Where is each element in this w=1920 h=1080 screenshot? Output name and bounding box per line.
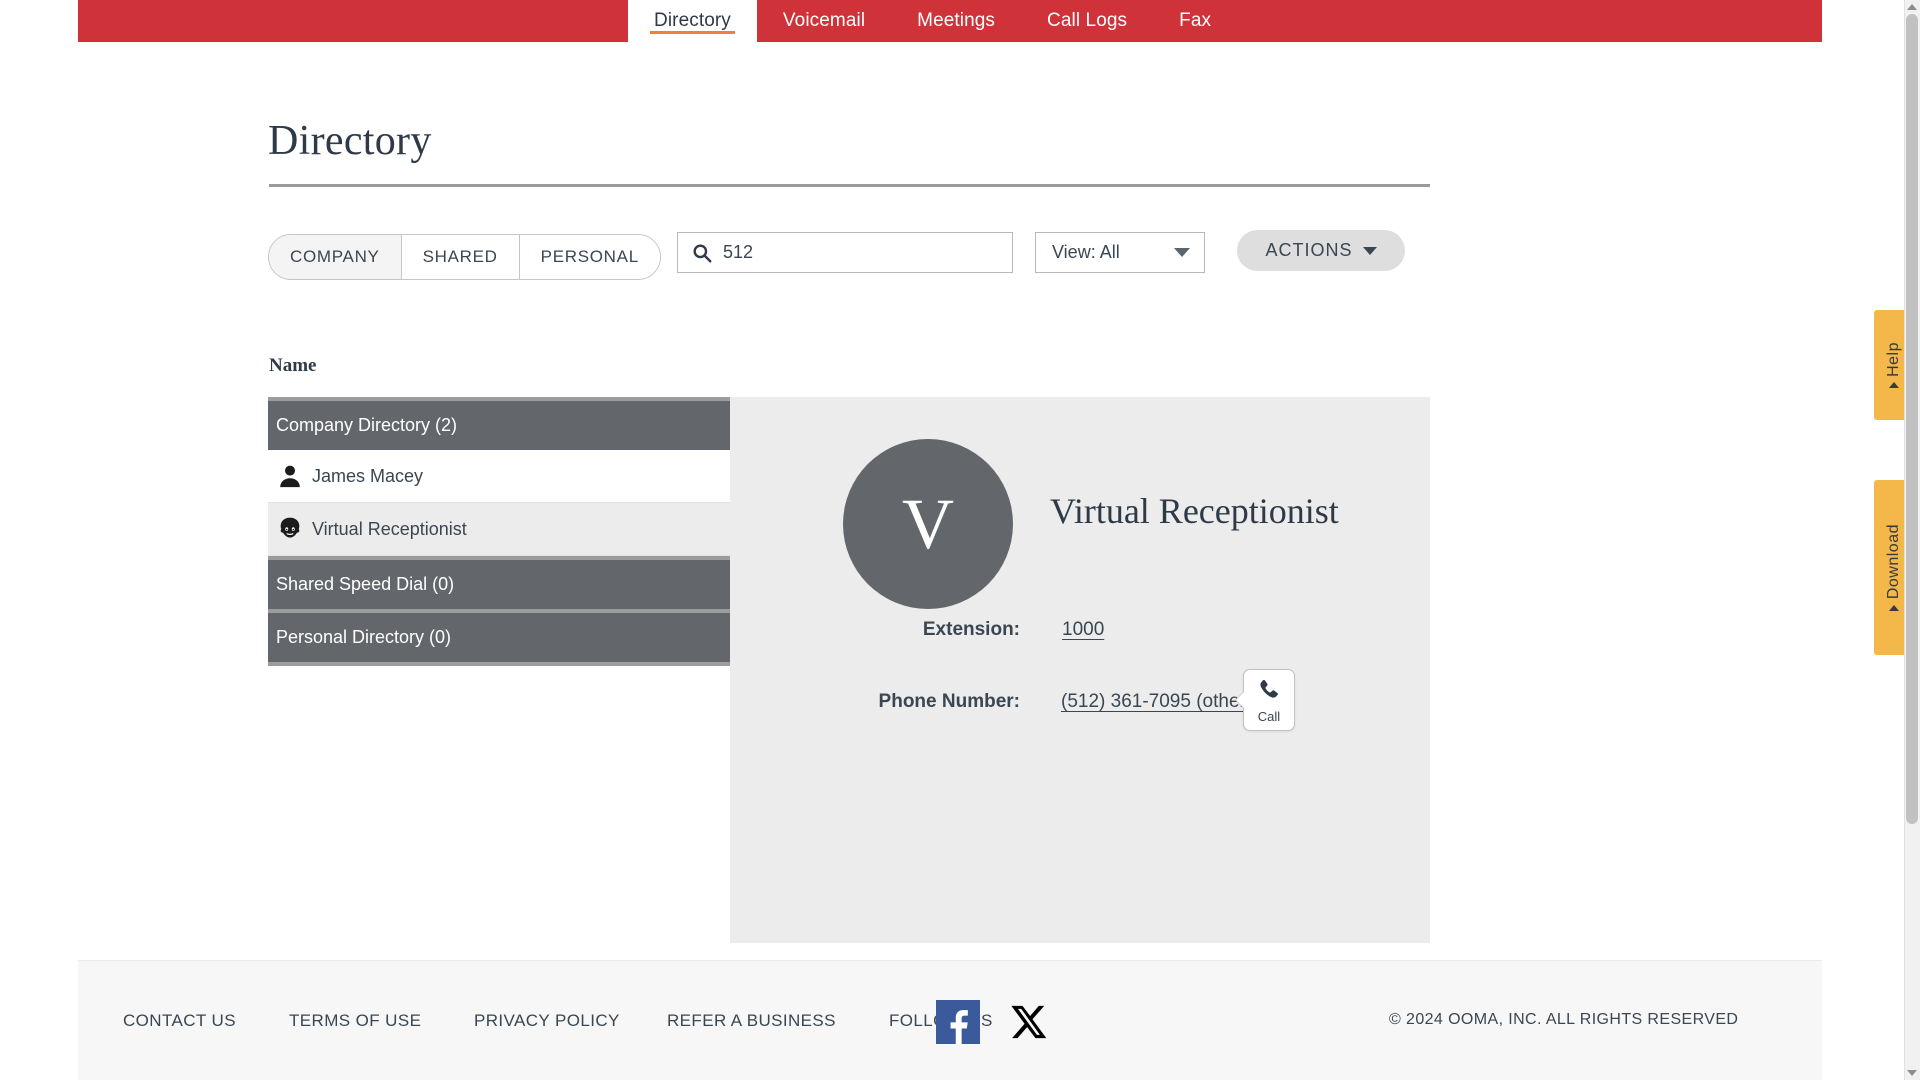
call-tooltip-button[interactable]: Call (1243, 669, 1295, 731)
contact-detail-name: Virtual Receptionist (1050, 490, 1339, 532)
scope-button-company[interactable]: COMPANY (269, 235, 402, 279)
view-filter-select[interactable]: View: All (1035, 232, 1205, 273)
caret-up-icon (1889, 382, 1899, 388)
footer-link-contact-us[interactable]: CONTACT US (123, 1011, 236, 1031)
avatar-initial: V (902, 483, 954, 566)
page-scrollbar[interactable] (1904, 0, 1920, 1080)
list-group-company-directory[interactable]: Company Directory (2) (268, 397, 730, 450)
nav-tab-call-logs-label: Call Logs (1047, 10, 1127, 32)
receptionist-face-icon (276, 515, 304, 543)
list-item-james-macey-label: James Macey (312, 466, 423, 487)
download-side-tab-inner: Download (1885, 524, 1903, 611)
list-group-company-directory-label: Company Directory (2) (276, 415, 457, 436)
scrollbar-thumb[interactable] (1906, 14, 1918, 824)
list-group-shared-speed-dial-label: Shared Speed Dial (0) (276, 574, 454, 595)
person-icon (276, 462, 304, 490)
scroll-down-arrow-icon[interactable] (1907, 1070, 1917, 1076)
phone-icon (1256, 677, 1282, 708)
scope-button-company-label: COMPANY (290, 247, 380, 267)
help-side-tab-label: Help (1885, 342, 1903, 377)
footer-copyright: © 2024 OOMA, INC. ALL RIGHTS RESERVED (1389, 1011, 1738, 1029)
nav-tab-voicemail-label: Voicemail (783, 10, 865, 32)
scope-button-personal-label: PERSONAL (541, 247, 639, 267)
list-group-personal-directory[interactable]: Personal Directory (0) (268, 609, 730, 662)
scope-button-personal[interactable]: PERSONAL (520, 235, 660, 279)
call-tooltip-label: Call (1258, 709, 1280, 724)
list-bottom-divider (268, 662, 730, 666)
chevron-down-icon (1363, 247, 1377, 255)
nav-tab-call-logs[interactable]: Call Logs (1021, 0, 1153, 42)
page-content: Directory COMPANY SHARED PERSONAL 512 (78, 42, 1822, 960)
footer-link-refer-a-business[interactable]: REFER A BUSINESS (667, 1011, 836, 1031)
app-viewport: Directory Voicemail Meetings Call Logs F… (0, 0, 1920, 1080)
list-item-virtual-receptionist-label: Virtual Receptionist (312, 519, 467, 540)
phone-number-field-label: Phone Number: (730, 691, 1020, 713)
title-divider (269, 184, 1430, 187)
caret-up-icon (1889, 605, 1899, 611)
avatar: V (843, 439, 1013, 609)
scope-button-shared[interactable]: SHARED (402, 235, 520, 279)
list-group-personal-directory-label: Personal Directory (0) (276, 627, 451, 648)
directory-list: Company Directory (2) James Macey (268, 397, 730, 666)
scope-button-shared-label: SHARED (423, 247, 498, 267)
nav-tab-directory-label: Directory (654, 10, 731, 32)
search-input-value: 512 (723, 242, 753, 263)
actions-button[interactable]: ACTIONS (1237, 230, 1405, 271)
view-filter-select-label: View: All (1052, 242, 1120, 263)
footer-link-privacy-policy[interactable]: PRIVACY POLICY (474, 1011, 620, 1031)
nav-tab-voicemail[interactable]: Voicemail (757, 0, 891, 42)
search-icon (691, 242, 713, 264)
nav-tab-directory[interactable]: Directory (628, 0, 757, 42)
extension-field-row: Extension: 1000 (730, 619, 1350, 641)
phone-number-field-value[interactable]: (512) 361-7095 (other) (1061, 691, 1252, 713)
extension-field-label: Extension: (730, 619, 1020, 641)
actions-button-label: ACTIONS (1265, 240, 1352, 261)
contact-detail-panel: V Virtual Receptionist Extension: 1000 P… (730, 397, 1430, 943)
list-column-header-name: Name (269, 355, 316, 377)
nav-tab-meetings[interactable]: Meetings (891, 0, 1021, 42)
directory-scope-toggle-group: COMPANY SHARED PERSONAL (268, 234, 661, 280)
nav-tab-fax[interactable]: Fax (1153, 0, 1237, 42)
footer-link-terms-of-use[interactable]: TERMS OF USE (289, 1011, 421, 1031)
active-tab-underline (650, 31, 735, 34)
list-item-james-macey[interactable]: James Macey (268, 450, 730, 503)
scroll-up-arrow-icon[interactable] (1907, 4, 1917, 10)
x-twitter-icon[interactable] (1007, 1000, 1051, 1044)
nav-tab-fax-label: Fax (1179, 10, 1211, 32)
list-group-shared-speed-dial[interactable]: Shared Speed Dial (0) (268, 556, 730, 609)
chevron-down-icon (1174, 248, 1190, 257)
nav-tab-list: Directory Voicemail Meetings Call Logs F… (628, 0, 1237, 42)
extension-field-value[interactable]: 1000 (1062, 619, 1104, 641)
search-input[interactable]: 512 (677, 232, 1013, 273)
top-navigation-bar: Directory Voicemail Meetings Call Logs F… (78, 0, 1822, 42)
list-item-virtual-receptionist[interactable]: Virtual Receptionist (268, 503, 730, 556)
download-side-tab-label: Download (1885, 524, 1903, 599)
page-title: Directory (268, 117, 432, 165)
help-side-tab-inner: Help (1885, 342, 1903, 389)
page-gutter-left (0, 0, 78, 1080)
nav-tab-meetings-label: Meetings (917, 10, 995, 32)
facebook-icon[interactable] (936, 1000, 980, 1044)
